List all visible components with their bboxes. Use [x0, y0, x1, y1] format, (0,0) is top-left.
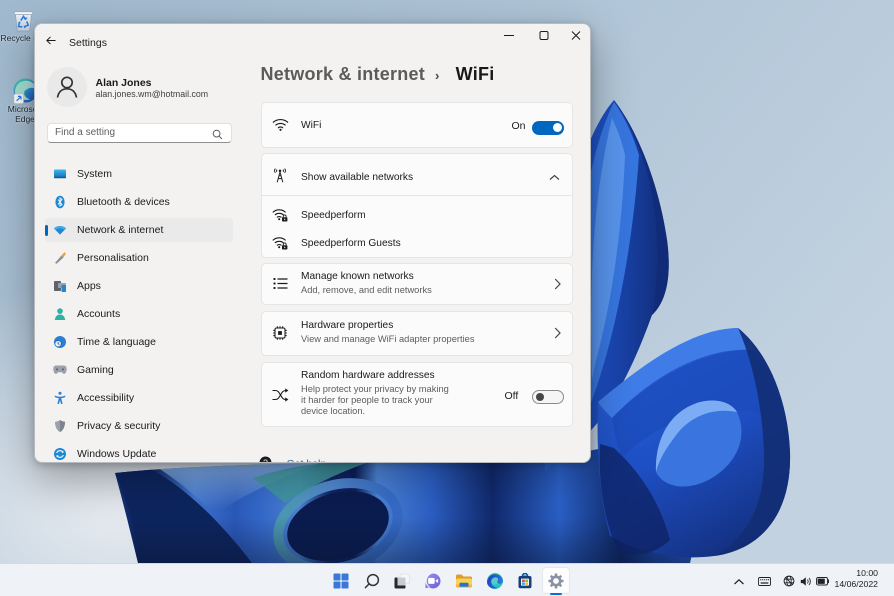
svg-text:?: ?	[263, 457, 268, 463]
